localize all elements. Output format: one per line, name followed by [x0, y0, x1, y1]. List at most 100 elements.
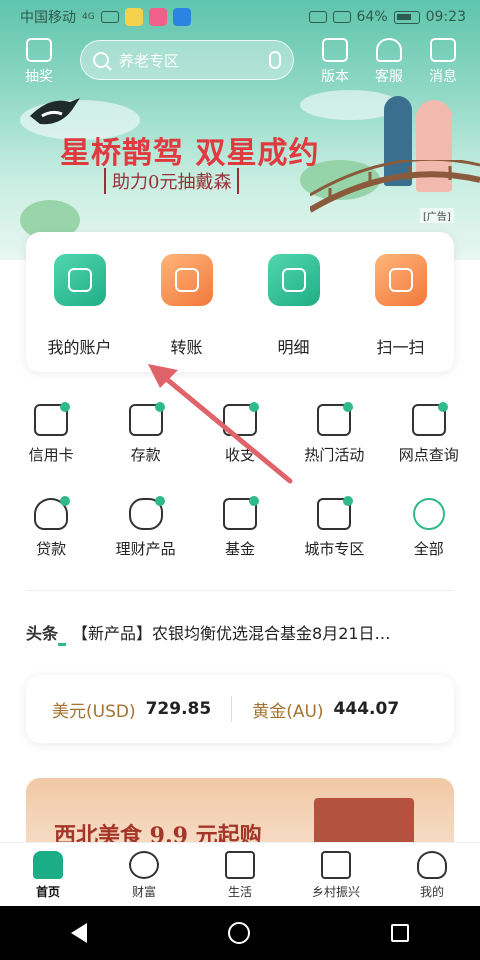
tab-life[interactable]: 生活 [200, 851, 280, 900]
tab-label: 财富 [131, 885, 156, 899]
service-city-zone[interactable]: 城市专区 [288, 492, 380, 586]
battery-percent: 64% [356, 9, 388, 25]
account-icon [53, 254, 106, 306]
service-label: 热门活动 [304, 446, 365, 464]
app-notification-icon [172, 8, 191, 26]
service-label: 客服 [375, 69, 403, 85]
quick-action-label: 转账 [170, 338, 203, 357]
headset-icon [376, 38, 402, 62]
service-credit-card[interactable]: 信用卡 [5, 398, 97, 492]
banner-title: 星桥鹊驾 双星成约 [60, 136, 320, 171]
usd-label: 美元(USD) [52, 701, 136, 722]
service-label: 理财产品 [115, 540, 176, 558]
system-nav-bar [0, 906, 480, 960]
tab-home[interactable]: 首页 [8, 851, 88, 900]
service-wealth-products[interactable]: 理财产品 [100, 492, 192, 586]
divider [26, 590, 454, 591]
service-label: 网点查询 [398, 446, 459, 464]
recent-apps-icon[interactable] [391, 924, 410, 942]
service-label: 全部 [413, 540, 444, 558]
lottery-button[interactable]: 抽奖 [14, 38, 64, 86]
user-icon [417, 851, 447, 879]
version-button[interactable]: 版本 [310, 38, 360, 86]
bank-branch-icon [411, 402, 448, 436]
banner-subtitle: 助力0元抽戴森 [104, 168, 240, 194]
transfer-button[interactable]: 转账 [142, 254, 232, 372]
magpie-icon [30, 98, 80, 125]
rate-divider [231, 696, 233, 722]
search-icon [93, 52, 109, 68]
microphone-icon[interactable] [269, 51, 281, 69]
search-placeholder: 养老专区 [119, 51, 180, 70]
tab-label: 我的 [419, 885, 444, 899]
book-icon [321, 851, 351, 879]
gold-value: 444.07 [333, 699, 400, 719]
status-bar: 中国移动 4G 64% 09:23 [0, 0, 480, 34]
battery-icon [393, 10, 420, 24]
tab-wealth[interactable]: 财富 [104, 851, 184, 900]
home-circle-icon[interactable] [227, 922, 250, 944]
service-branch-query[interactable]: 网点查询 [383, 398, 475, 492]
tab-label: 乡村振兴 [311, 885, 360, 899]
search-input[interactable]: 养老专区 [80, 40, 294, 80]
megaphone-icon [317, 402, 354, 436]
version-label: 版本 [321, 69, 349, 85]
bottom-tab-bar: 首页 财富 生活 乡村振兴 我的 [0, 842, 480, 906]
quick-action-label: 明细 [277, 338, 310, 357]
service-fund[interactable]: 基金 [194, 492, 286, 586]
annotation-arrow [148, 364, 293, 484]
bridge-illustration [310, 160, 480, 213]
yuan-coin-icon [129, 851, 159, 879]
details-icon [267, 254, 320, 306]
tab-label: 首页 [35, 885, 60, 899]
network-label: 4G [82, 12, 95, 22]
credit-card-icon [34, 402, 71, 436]
quick-actions-card: 我的账户 转账 明细 扫一扫 [26, 232, 454, 372]
gift-icon [26, 38, 52, 62]
quick-action-label: 扫一扫 [376, 338, 425, 357]
home-icon [33, 851, 63, 879]
app-notification-icon [124, 8, 143, 26]
tab-rural[interactable]: 乡村振兴 [296, 851, 376, 900]
service-label: 基金 [224, 540, 255, 558]
loan-bag-icon [34, 496, 71, 530]
service-label: 信用卡 [28, 446, 74, 464]
version-switch-icon [322, 38, 348, 62]
ad-tag: [广告] [420, 208, 454, 223]
app-notification-icon [148, 8, 167, 26]
mail-icon [430, 38, 456, 62]
gold-label: 黄金(AU) [252, 701, 324, 722]
hd-icon [308, 11, 327, 23]
mute-icon [332, 11, 351, 23]
service-label: 贷款 [36, 540, 67, 558]
wifi-icon [100, 11, 119, 23]
lottery-label: 抽奖 [25, 69, 53, 85]
back-icon[interactable] [70, 923, 87, 943]
quick-action-label: 我的账户 [47, 338, 112, 357]
customer-service-button[interactable]: 客服 [364, 38, 414, 86]
scan-icon [374, 254, 427, 306]
pavilion-illustration [314, 798, 414, 848]
service-all[interactable]: 全部 [383, 492, 475, 586]
promo-banner[interactable]: 西北美食 9.9 元起购 [26, 778, 454, 848]
more-dots-icon [412, 498, 445, 530]
carrier-label: 中国移动 [20, 10, 76, 26]
rates-card[interactable]: 美元(USD) 729.85 黄金(AU) 444.07 [26, 675, 454, 743]
headline-news[interactable]: 头条 【新产品】农银均衡优选混合基金8月21日… [26, 620, 456, 646]
scan-button[interactable]: 扫一扫 [356, 254, 446, 372]
tab-mine[interactable]: 我的 [392, 851, 472, 900]
news-label: 头条 [26, 620, 67, 646]
tab-label: 生活 [227, 885, 252, 899]
usd-value: 729.85 [145, 699, 212, 719]
top-bar: 抽奖 养老专区 版本 客服 消息 [0, 38, 480, 88]
details-button[interactable]: 明细 [249, 254, 339, 372]
service-loan[interactable]: 贷款 [5, 492, 97, 586]
message-label: 消息 [429, 69, 457, 85]
fund-chart-icon [222, 496, 259, 530]
news-text: 【新产品】农银均衡优选混合基金8月21日… [72, 624, 391, 643]
transfer-icon [160, 254, 213, 306]
message-button[interactable]: 消息 [418, 38, 468, 86]
shopping-bag-icon [225, 851, 255, 879]
clock: 09:23 [425, 9, 466, 25]
my-account-button[interactable]: 我的账户 [35, 254, 125, 372]
